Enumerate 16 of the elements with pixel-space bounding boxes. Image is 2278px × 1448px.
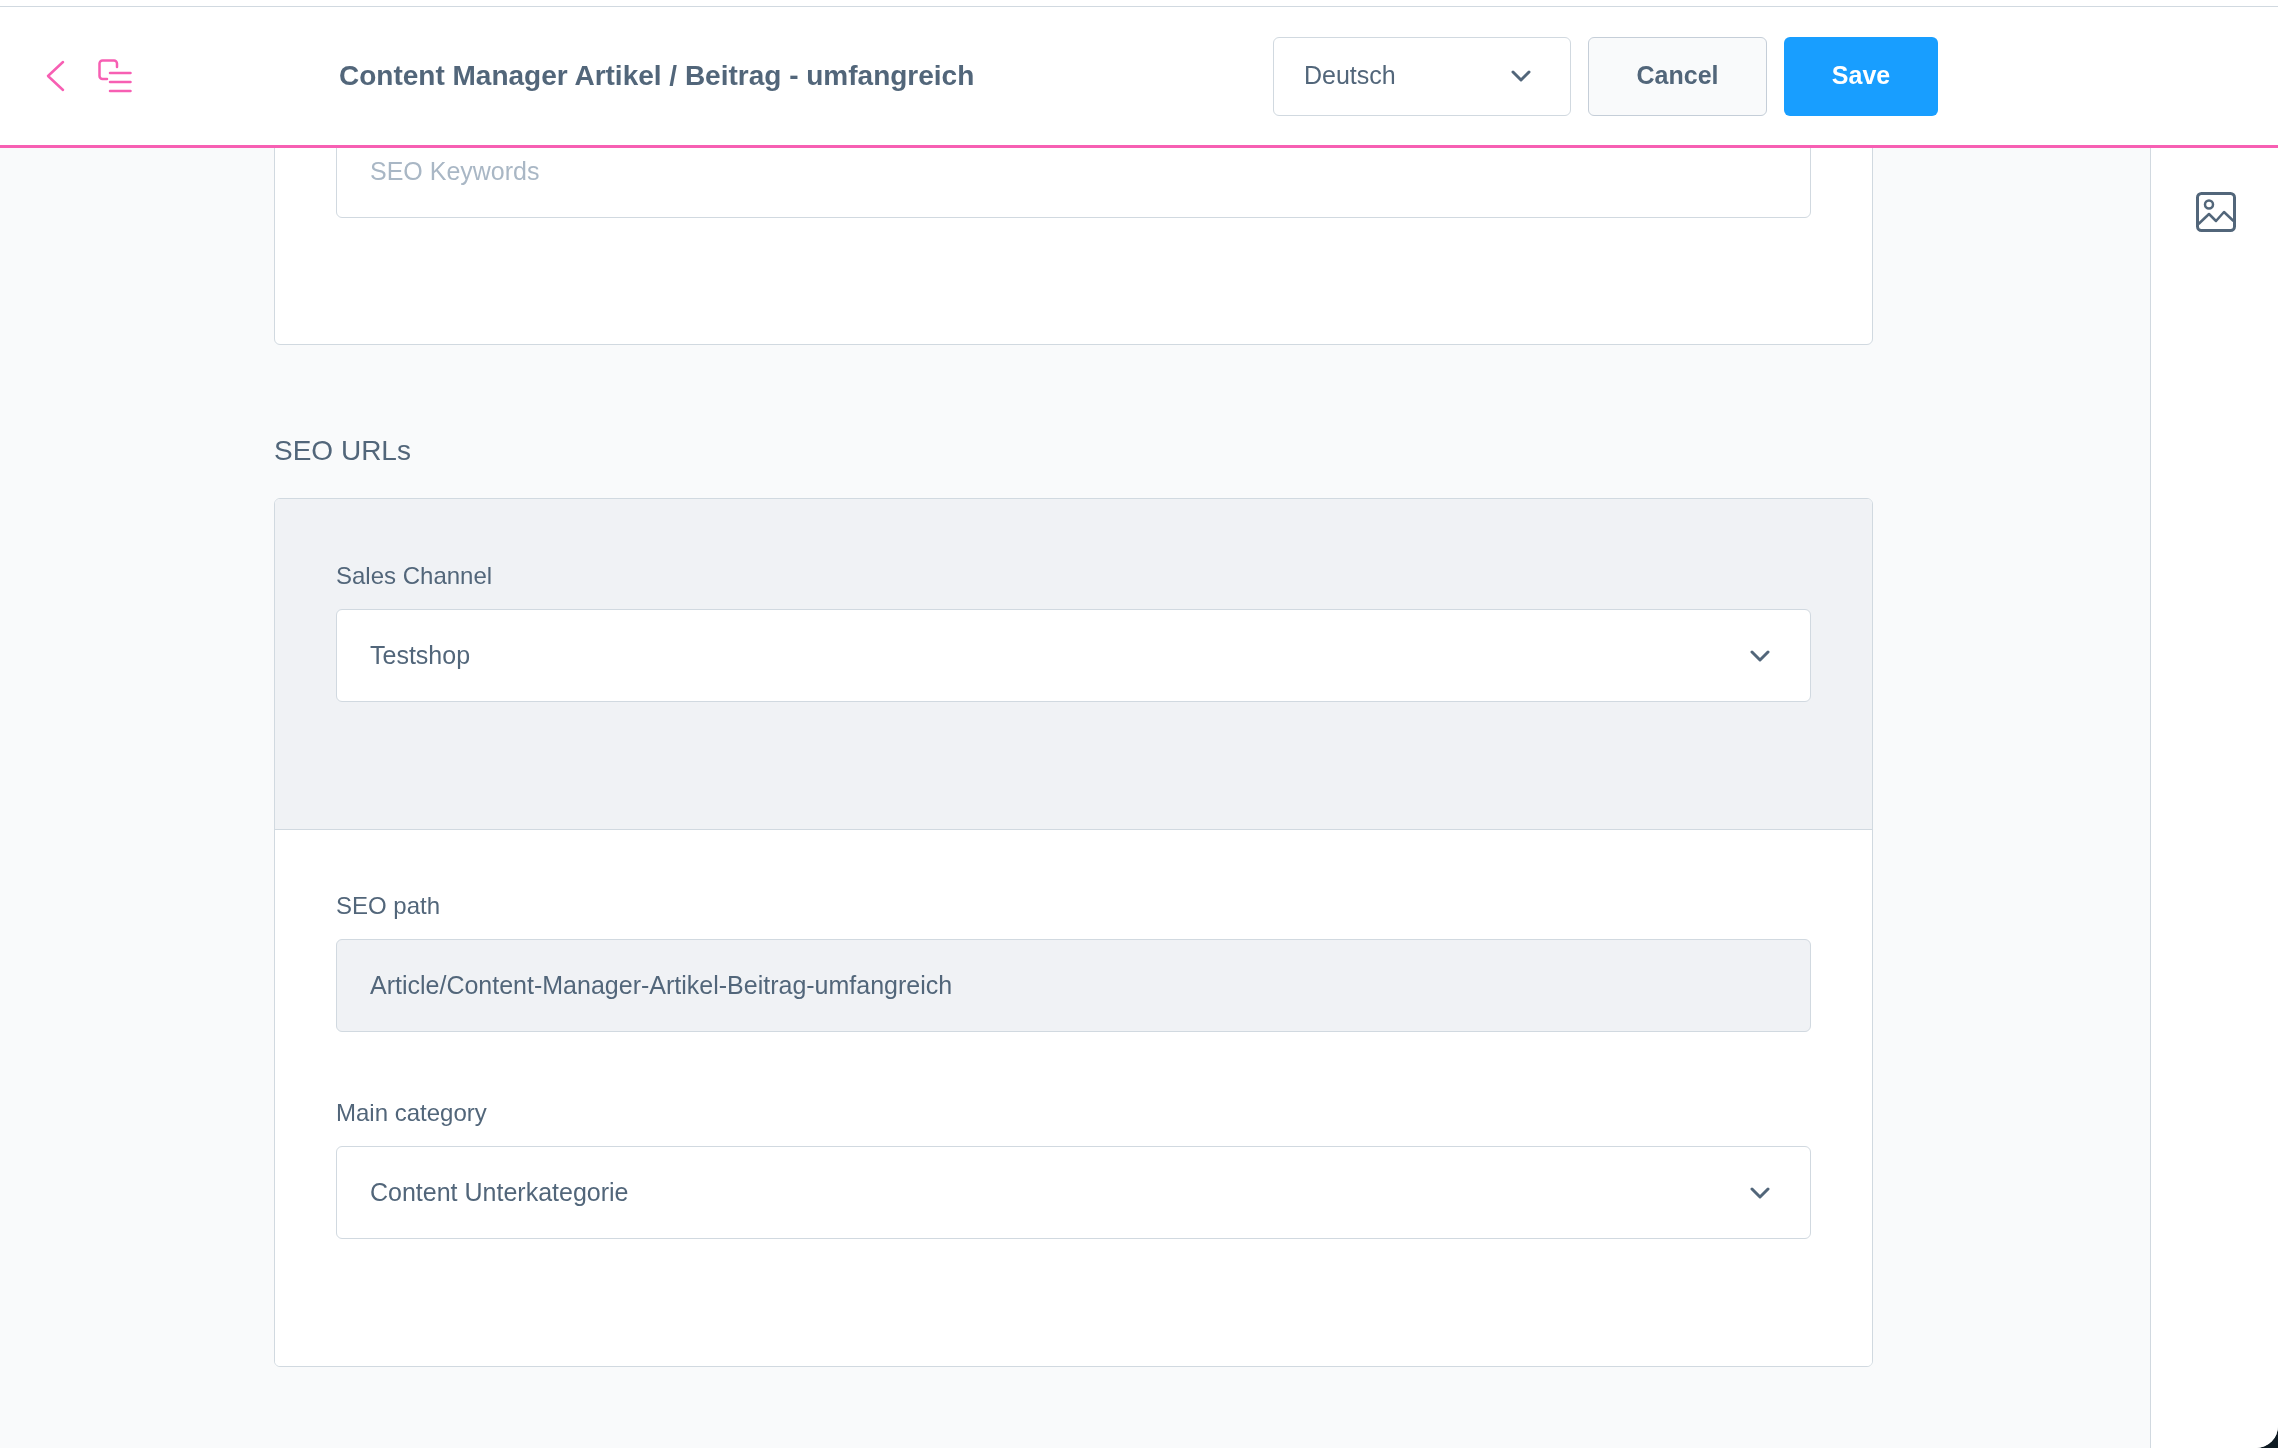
field-label: Sales Channel — [336, 561, 494, 591]
select-field[interactable]: Content Unterkategorie — [336, 1146, 1811, 1239]
field-label: Main category — [336, 1098, 488, 1128]
chevron-down-icon — [1750, 649, 1770, 662]
field-label: SEO path — [336, 891, 442, 921]
chevron-down-icon — [1750, 1186, 1770, 1199]
text-field[interactable]: SEO Keywords — [336, 148, 1811, 218]
chevron-left-icon[interactable] — [45, 60, 65, 92]
section-heading: SEO URLs — [274, 434, 412, 468]
language-select[interactable]: Deutsch — [1273, 36, 1571, 116]
chevron-down-icon — [1511, 70, 1531, 82]
select-field[interactable]: Testshop — [336, 609, 1811, 702]
image-icon[interactable] — [2196, 192, 2236, 232]
list-icon[interactable] — [98, 59, 132, 93]
cancel-button[interactable]: Cancel — [1588, 36, 1767, 116]
page-title: Content Manager Artikel / Beitrag - umfangreich — [339, 59, 975, 93]
